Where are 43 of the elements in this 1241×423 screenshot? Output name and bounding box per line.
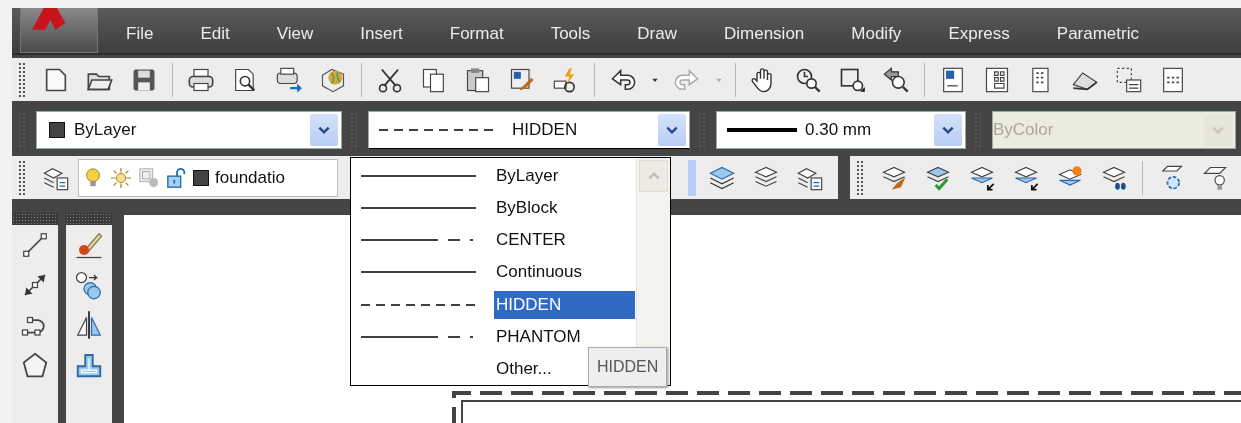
padlock-open-icon[interactable]: [166, 166, 188, 189]
design-center-icon[interactable]: [983, 65, 1011, 94]
eraser-icon[interactable]: [74, 230, 104, 260]
menu-item[interactable]: Dimension: [724, 23, 805, 44]
linetype-option[interactable]: CENTER: [494, 226, 635, 255]
toolbar-grip[interactable]: [66, 213, 112, 225]
menu-item[interactable]: Draw: [637, 23, 677, 44]
mirror-icon[interactable]: [74, 310, 104, 340]
menu-item[interactable]: File: [126, 23, 154, 44]
paste-icon[interactable]: [464, 65, 492, 94]
color-swatch: [49, 122, 65, 138]
color-value: ByLayer: [74, 120, 138, 140]
plot-style-value: ByColor: [993, 120, 1055, 140]
line-icon[interactable]: [20, 230, 50, 260]
previous-zoom-icon[interactable]: [882, 65, 910, 94]
printer-arrow-icon[interactable]: [275, 65, 303, 94]
pentagon-icon[interactable]: [20, 350, 50, 380]
linetype-option[interactable]: HIDDEN: [494, 290, 635, 319]
color-swatch: [193, 169, 209, 186]
menu-item[interactable]: Express: [948, 23, 1010, 44]
linetype-option[interactable]: ByLayer: [494, 162, 635, 191]
color-dropdown[interactable]: ByLayer: [36, 111, 342, 149]
sun-icon[interactable]: [110, 166, 132, 189]
menu-item[interactable]: Edit: [200, 23, 230, 44]
lineweight-value: 0.30 mm: [805, 120, 873, 140]
menu-item[interactable]: Insert: [360, 23, 403, 44]
menu-item[interactable]: Format: [449, 23, 504, 44]
linetype-option[interactable]: Continuous: [494, 258, 635, 287]
toolbar-grip[interactable]: [12, 213, 58, 225]
linetype-value: HIDDEN: [512, 120, 579, 140]
layer-name: foundatio: [215, 167, 285, 188]
lineweight-dropdown[interactable]: 0.30 mm: [716, 111, 966, 149]
tooltip: HIDDEN: [588, 347, 668, 387]
markup-icon[interactable]: [1115, 65, 1143, 94]
linetype-option[interactable]: ByBlock: [494, 194, 635, 223]
copy-circles-icon[interactable]: [74, 270, 104, 300]
menu-item[interactable]: Modify: [851, 23, 902, 44]
application-button[interactable]: [20, 8, 98, 53]
menu-item[interactable]: View: [276, 23, 314, 44]
layer-dropdown[interactable]: foundatio: [78, 158, 338, 197]
menu-item[interactable]: Parametric: [1056, 23, 1139, 44]
linetype-dropdown[interactable]: HIDDEN: [368, 111, 690, 149]
menu-item[interactable]: Tools: [550, 23, 591, 44]
